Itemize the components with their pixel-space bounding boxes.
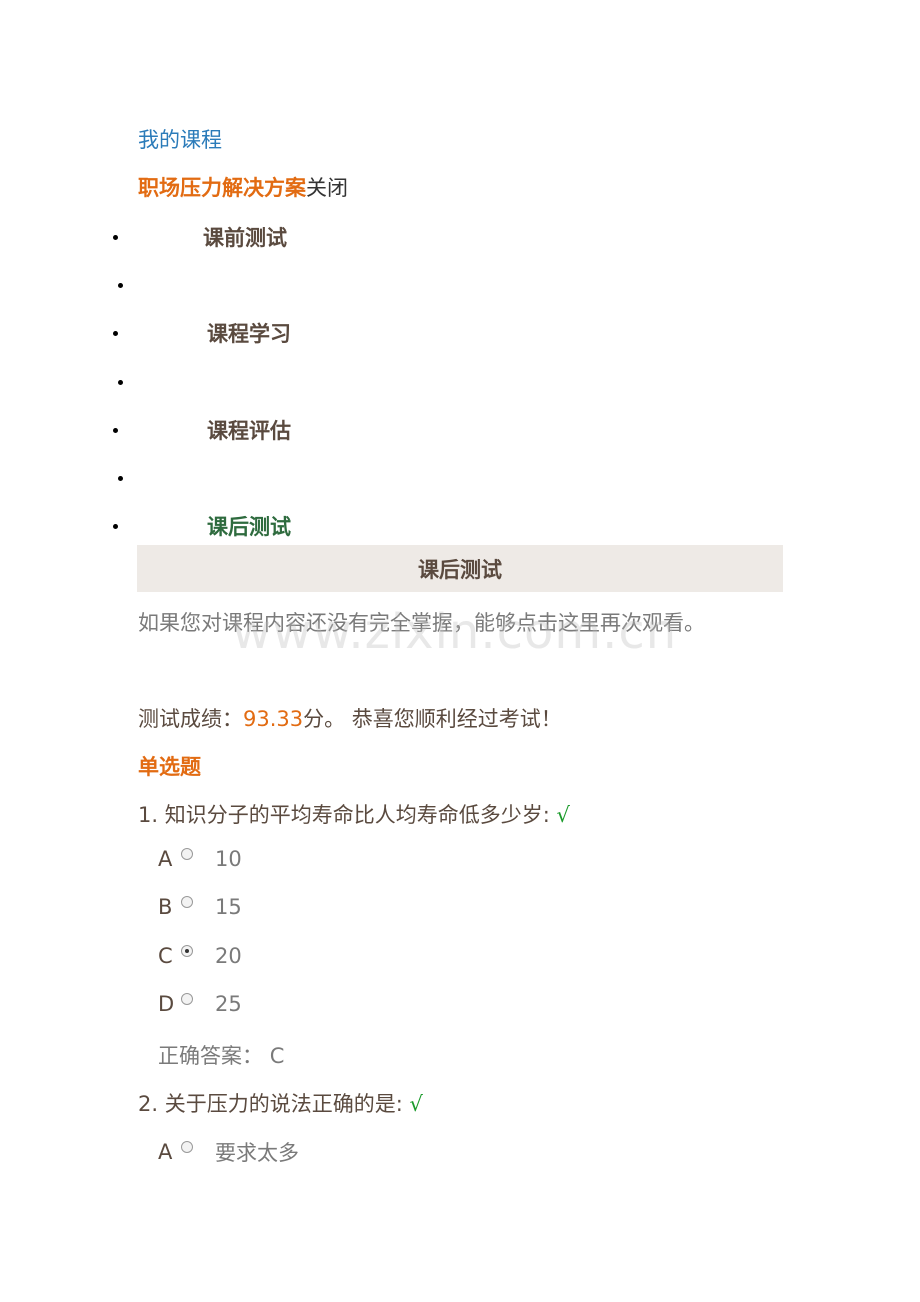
nav-item-study[interactable]: 课程学习: [207, 318, 291, 348]
option-letter: A: [158, 1140, 173, 1164]
radio-button[interactable]: [181, 993, 193, 1005]
radio-button[interactable]: [181, 1141, 193, 1153]
my-courses-link[interactable]: 我的课程: [138, 124, 222, 154]
nav-item-posttest[interactable]: 课后测试: [207, 511, 291, 541]
option-letter: C: [158, 944, 173, 968]
single-choice-heading: 单选题: [138, 755, 201, 779]
result-score: 93.33: [243, 707, 304, 731]
question-1: 1. 知识分子的平均寿命比人均寿命低多少岁: √: [138, 799, 570, 829]
option-value: 15: [215, 895, 242, 919]
option-row: D 25: [158, 992, 242, 1016]
radio-button[interactable]: [181, 848, 193, 860]
option-letter: A: [158, 847, 173, 871]
correct-answer: 正确答案： C: [158, 1040, 284, 1070]
radio-button[interactable]: [181, 896, 193, 908]
option-value: 10: [215, 847, 242, 871]
correct-check-icon: √: [556, 803, 570, 827]
option-value: 要求太多: [215, 1141, 299, 1165]
result-suffix: 分。 恭喜您顺利经过考试！: [303, 707, 562, 731]
nav-item-pretest[interactable]: 课前测试: [203, 222, 287, 252]
list-bullet: [113, 235, 118, 240]
option-row: A 要求太多: [158, 1137, 299, 1167]
test-result: 测试成绩：93.33分。 恭喜您顺利经过考试！: [138, 703, 562, 733]
question-2: 2. 关于压力的说法正确的是: √: [138, 1088, 423, 1118]
list-bullet: [118, 476, 123, 481]
radio-button-selected[interactable]: [181, 945, 193, 957]
option-value: 20: [215, 944, 242, 968]
option-letter: D: [158, 992, 175, 1016]
result-prefix: 测试成绩：: [138, 707, 243, 731]
option-row: C 20: [158, 944, 242, 968]
correct-check-icon: √: [409, 1092, 423, 1116]
list-bullet: [118, 380, 123, 385]
course-title-row: 职场压力解决方案关闭: [138, 172, 348, 202]
question-text: 2. 关于压力的说法正确的是:: [138, 1092, 403, 1116]
list-bullet: [113, 331, 118, 336]
list-bullet: [118, 283, 123, 288]
nav-item-evaluation[interactable]: 课程评估: [207, 415, 291, 445]
option-value: 25: [215, 992, 242, 1016]
section-banner: 课后测试: [137, 545, 783, 592]
answer-value: C: [269, 1044, 285, 1068]
course-name: 职场压力解决方案: [138, 176, 306, 200]
option-row: A 10: [158, 847, 242, 871]
close-link[interactable]: 关闭: [306, 176, 348, 200]
question-text: 1. 知识分子的平均寿命比人均寿命低多少岁:: [138, 803, 550, 827]
answer-label: 正确答案：: [158, 1044, 263, 1068]
list-bullet: [113, 524, 118, 529]
watermark: www.zixin.com.cn: [232, 604, 678, 660]
section-banner-title: 课后测试: [418, 557, 502, 582]
list-bullet: [113, 428, 118, 433]
option-letter: B: [158, 895, 173, 919]
option-row: B 15: [158, 895, 242, 919]
